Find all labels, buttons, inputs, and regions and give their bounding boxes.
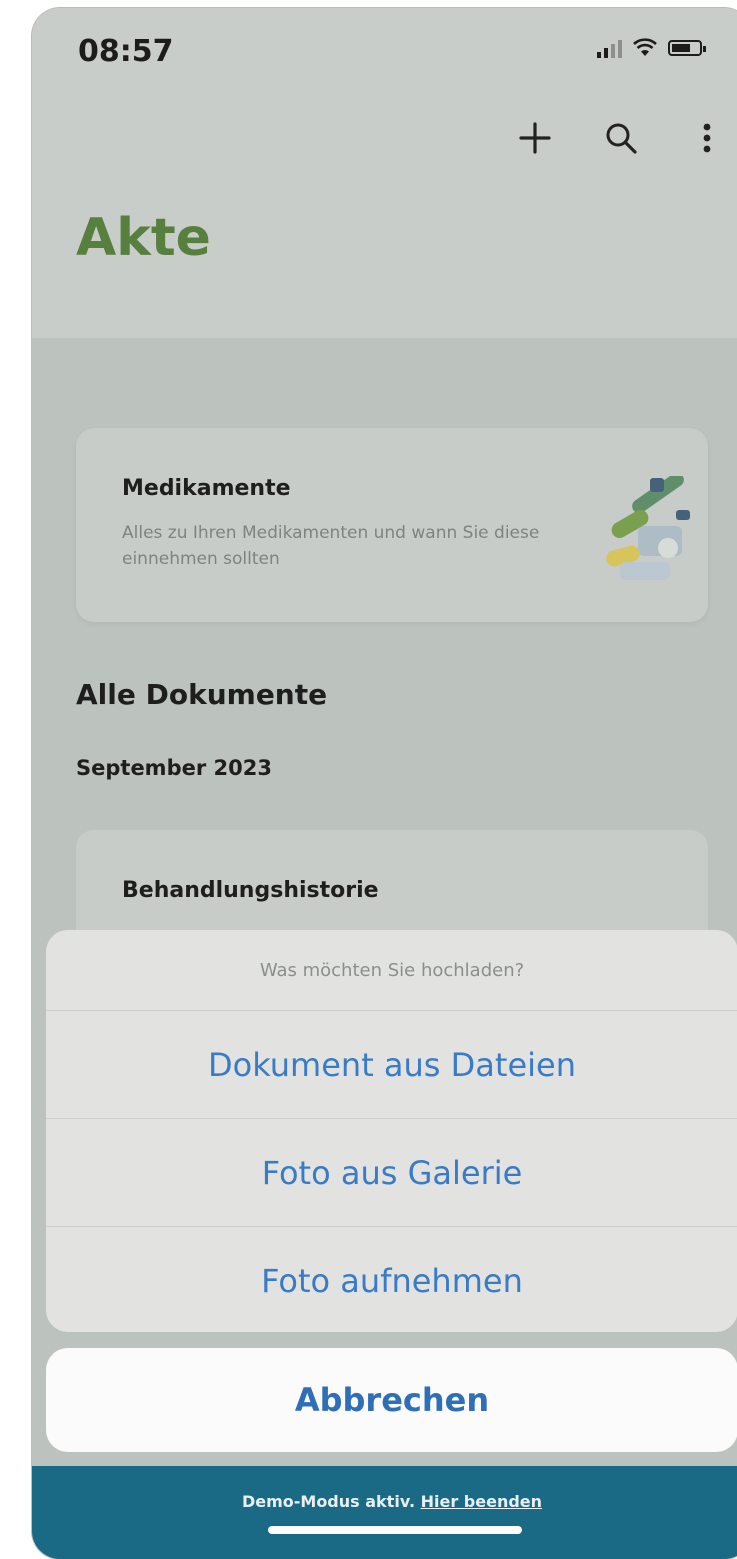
- add-button[interactable]: [510, 108, 560, 168]
- demo-banner-status: Demo-Modus aktiv.: [241, 1492, 416, 1511]
- medication-card-title: Medikamente: [122, 476, 291, 501]
- option-take-photo[interactable]: Foto aufnehmen: [46, 1227, 737, 1332]
- more-vertical-icon: [703, 123, 711, 153]
- pills-illustration: [606, 476, 690, 580]
- page-title: Akte: [76, 208, 211, 268]
- phone-screen: 08:57 Akte Medikamente Alles zu Ihren Me…: [32, 8, 737, 1559]
- section-title-documents: Alle Dokumente: [76, 678, 328, 711]
- cancel-button[interactable]: Abbrechen: [46, 1348, 737, 1452]
- medication-card[interactable]: Medikamente Alles zu Ihren Medikamenten …: [76, 428, 708, 622]
- option-document-from-files[interactable]: Dokument aus Dateien: [46, 1011, 737, 1119]
- search-button[interactable]: [596, 108, 646, 168]
- toolbar-actions: [510, 108, 732, 168]
- demo-exit-link[interactable]: Hier beenden: [421, 1492, 542, 1511]
- signal-icon: [597, 38, 622, 58]
- status-icons: [597, 38, 706, 58]
- upload-action-sheet: Was möchten Sie hochladen? Dokument aus …: [46, 930, 737, 1332]
- demo-banner-text: Demo-Modus aktiv. Hier beenden: [32, 1492, 737, 1511]
- wifi-icon: [633, 38, 657, 56]
- search-icon: [606, 123, 637, 154]
- status-time: 08:57: [78, 34, 174, 69]
- home-indicator[interactable]: [268, 1526, 522, 1534]
- month-label: September 2023: [76, 756, 272, 780]
- action-sheet-prompt: Was möchten Sie hochladen?: [46, 930, 737, 1011]
- document-title: Behandlungshistorie: [122, 878, 379, 903]
- medication-card-description: Alles zu Ihren Medikamenten und wann Sie…: [122, 523, 540, 569]
- option-photo-from-gallery[interactable]: Foto aus Galerie: [46, 1119, 737, 1227]
- battery-icon: [668, 40, 706, 56]
- plus-icon: [519, 122, 551, 154]
- more-button[interactable]: [682, 108, 732, 168]
- demo-mode-banner: Demo-Modus aktiv. Hier beenden: [32, 1466, 737, 1559]
